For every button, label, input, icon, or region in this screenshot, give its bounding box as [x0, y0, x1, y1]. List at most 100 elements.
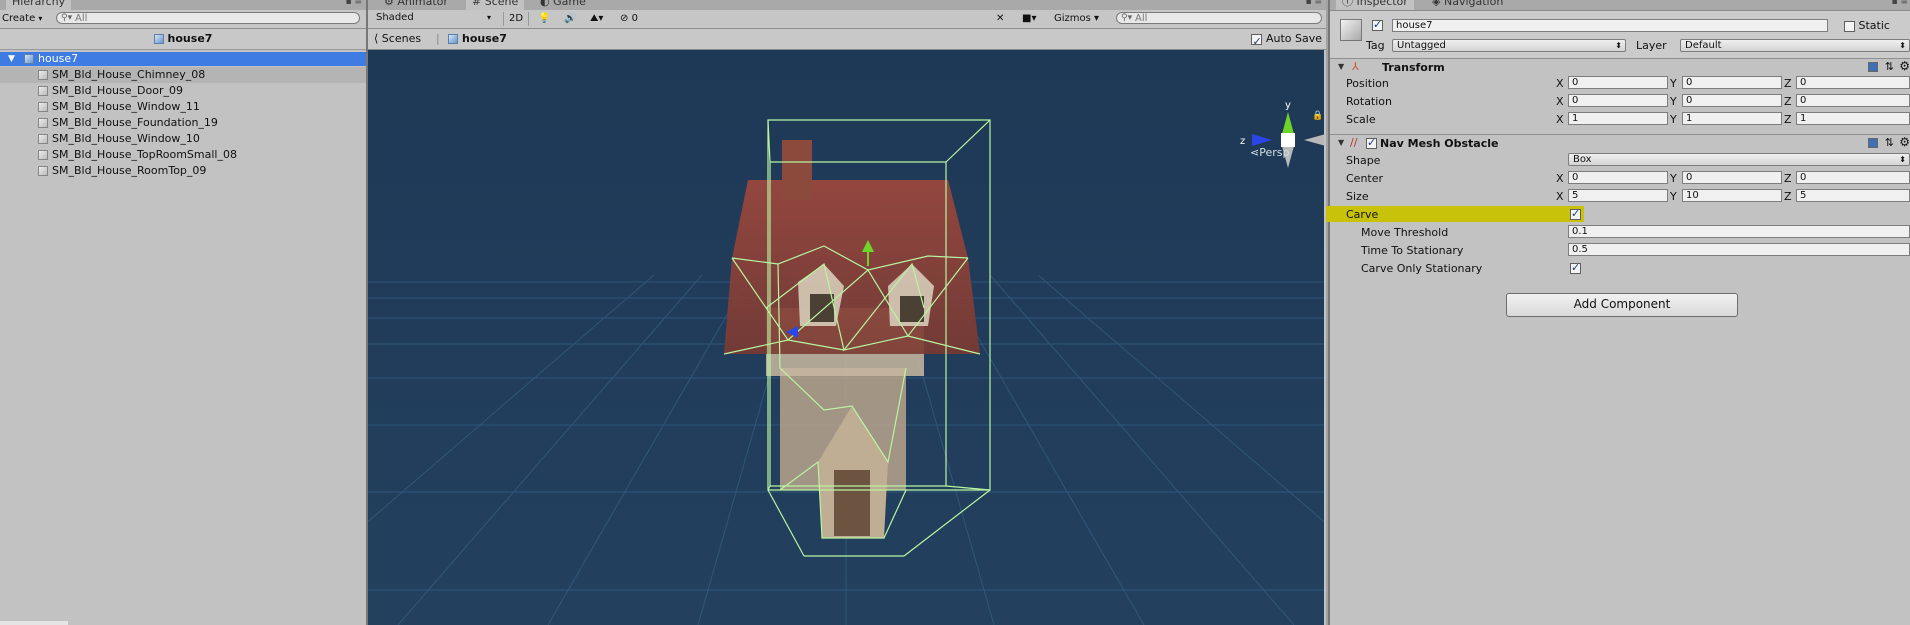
- static-label: Static: [1858, 19, 1890, 32]
- hierarchy-item[interactable]: SM_Bld_House_Chimney_08: [0, 67, 366, 83]
- gameobject-cube-icon: [38, 166, 48, 176]
- hierarchy-item[interactable]: SM_Bld_House_RoomTop_09: [0, 163, 366, 179]
- panel-menu-icon[interactable]: ▪ ≡: [345, 0, 362, 7]
- help-icon[interactable]: [1868, 138, 1878, 148]
- position-z-field[interactable]: 0: [1796, 76, 1910, 89]
- scene-search-input[interactable]: ⚲▾ All: [1116, 12, 1322, 24]
- fold-arrow-icon[interactable]: ▼: [1338, 62, 1344, 71]
- dropdown-arrow-icon: ⬍: [1615, 41, 1622, 50]
- hierarchy-item[interactable]: SM_Bld_House_Window_10: [0, 131, 366, 147]
- hierarchy-resize-handle[interactable]: [0, 621, 68, 625]
- scale-y-field[interactable]: 1: [1682, 112, 1782, 125]
- shape-dropdown[interactable]: Box ⬍: [1568, 153, 1910, 166]
- settings-gear-icon[interactable]: ⚙: [1899, 135, 1910, 149]
- toggle-2d-button[interactable]: 2D: [503, 12, 530, 26]
- hierarchy-item-label: SM_Bld_House_TopRoomSmall_08: [52, 148, 237, 161]
- scene-view-canvas[interactable]: y z 🔒: [368, 50, 1324, 625]
- settings-gear-icon[interactable]: ⚙: [1899, 59, 1910, 73]
- scene-panel: ⚙ Animator # Scene ◐ Game ▪ ≡ Shaded ▾ 2D…: [368, 0, 1326, 625]
- size-x-field[interactable]: 5: [1568, 189, 1668, 202]
- layer-dropdown[interactable]: Default ⬍: [1680, 39, 1910, 52]
- gameobject-cube-icon: [38, 102, 48, 112]
- transform-title: Transform: [1382, 61, 1445, 74]
- tab-animator[interactable]: ⚙ Animator: [378, 0, 454, 10]
- hierarchy-item[interactable]: SM_Bld_House_TopRoomSmall_08: [0, 147, 366, 163]
- hidden-count-icon[interactable]: ⊘ 0: [620, 12, 638, 26]
- rotation-axis-label: X: [1556, 95, 1564, 108]
- scenes-breadcrumb[interactable]: ⟨ Scenes: [374, 29, 421, 49]
- inspector-tabbar: ⓘ Inspector ◈ Navigation ▪ ≡: [1330, 0, 1910, 11]
- center-y-field[interactable]: 0: [1682, 171, 1782, 184]
- position-label: Position: [1346, 77, 1389, 90]
- dropdown-arrow-icon: ⬍: [1899, 155, 1906, 164]
- preset-icon[interactable]: ⇅: [1885, 136, 1894, 149]
- tab-hierarchy[interactable]: Hierarchy: [6, 0, 72, 10]
- transform-section-header[interactable]: ▼ ⅄ Transform ⇅ ⚙: [1330, 58, 1910, 76]
- position-x-field[interactable]: 0: [1568, 76, 1668, 89]
- time-to-stationary-label: Time To Stationary: [1361, 244, 1464, 257]
- panel-menu-icon[interactable]: ▪ ≡: [1305, 0, 1322, 7]
- tab-game[interactable]: ◐ Game: [534, 0, 592, 10]
- hierarchy-search-input[interactable]: ⚲▾ All: [56, 12, 360, 24]
- persp-label[interactable]: ⋖Persp: [1250, 146, 1289, 159]
- position-y-field[interactable]: 0: [1682, 76, 1782, 89]
- rotation-axis-label: Y: [1670, 95, 1677, 108]
- static-toggle[interactable]: Static: [1844, 19, 1890, 32]
- auto-save-toggle[interactable]: Auto Save: [1251, 29, 1322, 52]
- center-z-field[interactable]: 0: [1796, 171, 1910, 184]
- gameobject-cube-icon: [38, 70, 48, 80]
- panel-menu-icon[interactable]: ▪ ≡: [1891, 0, 1908, 7]
- effects-toggle-icon[interactable]: ⛰▾: [590, 12, 603, 26]
- tab-scene[interactable]: # Scene: [466, 0, 525, 10]
- rotation-z-field[interactable]: 0: [1796, 94, 1910, 107]
- navmesh-enabled-checkbox[interactable]: [1366, 136, 1377, 149]
- navmesh-obstacle-section-header[interactable]: ▼ // Nav Mesh Obstacle ⇅ ⚙: [1330, 134, 1910, 152]
- time-to-stationary-field[interactable]: 0.5: [1568, 243, 1910, 256]
- tab-inspector[interactable]: ⓘ Inspector: [1336, 0, 1414, 10]
- tools-icon[interactable]: ✕: [996, 12, 1004, 26]
- center-x-field[interactable]: 0: [1568, 171, 1668, 184]
- hierarchy-item-label: SM_Bld_House_Window_11: [52, 100, 200, 113]
- create-button[interactable]: Create ▾: [2, 12, 42, 26]
- tab-scene-label: Scene: [484, 0, 519, 8]
- active-checkbox[interactable]: [1372, 18, 1383, 31]
- scale-label: Scale: [1346, 113, 1376, 126]
- scale-z-field[interactable]: 1: [1796, 112, 1910, 125]
- gameobject-cube-icon: [38, 134, 48, 144]
- center-label: Center: [1346, 172, 1384, 185]
- help-icon[interactable]: [1868, 62, 1878, 72]
- add-component-button[interactable]: Add Component: [1506, 293, 1738, 317]
- fold-arrow-icon[interactable]: ▼: [1338, 138, 1344, 147]
- size-z-field[interactable]: 5: [1796, 189, 1910, 202]
- carve-only-stationary-checkbox[interactable]: [1570, 261, 1581, 274]
- search-icon: ⚲▾: [61, 13, 73, 23]
- object-name-field[interactable]: house7: [1392, 19, 1828, 32]
- carve-checkbox[interactable]: [1570, 207, 1581, 220]
- lighting-toggle-icon[interactable]: 💡: [538, 12, 550, 26]
- scale-axis-label: Y: [1670, 113, 1677, 126]
- rotation-x-field[interactable]: 0: [1568, 94, 1668, 107]
- gizmos-dropdown[interactable]: Gizmos ▾: [1054, 12, 1099, 26]
- camera-icon[interactable]: ■▾: [1022, 12, 1036, 26]
- rotation-y-field[interactable]: 0: [1682, 94, 1782, 107]
- hierarchy-item[interactable]: SM_Bld_House_Window_11: [0, 99, 366, 115]
- scale-x-field[interactable]: 1: [1568, 112, 1668, 125]
- expand-arrow-icon[interactable]: ▼: [8, 52, 15, 66]
- scene-viewport[interactable]: y z 🔒 ⋖Persp: [368, 50, 1324, 625]
- search-placeholder: All: [1135, 13, 1148, 24]
- static-checkbox[interactable]: [1844, 20, 1855, 32]
- auto-save-checkbox[interactable]: [1251, 32, 1263, 52]
- shading-mode-dropdown[interactable]: Shaded ▾: [372, 12, 494, 25]
- hierarchy-root-row[interactable]: ▼ house7: [0, 52, 366, 66]
- audio-toggle-icon[interactable]: 🔊: [564, 12, 576, 26]
- prefab-breadcrumb[interactable]: house7: [448, 29, 507, 49]
- size-y-field[interactable]: 10: [1682, 189, 1782, 202]
- root-item-label: house7: [38, 52, 79, 65]
- hierarchy-item[interactable]: SM_Bld_House_Foundation_19: [0, 115, 366, 131]
- tab-navigation[interactable]: ◈ Navigation: [1426, 0, 1509, 10]
- position-axis-label: X: [1556, 77, 1564, 90]
- move-threshold-field[interactable]: 0.1: [1568, 225, 1910, 238]
- tag-dropdown[interactable]: Untagged ⬍: [1392, 39, 1626, 52]
- hierarchy-item[interactable]: SM_Bld_House_Door_09: [0, 83, 366, 99]
- preset-icon[interactable]: ⇅: [1885, 60, 1894, 73]
